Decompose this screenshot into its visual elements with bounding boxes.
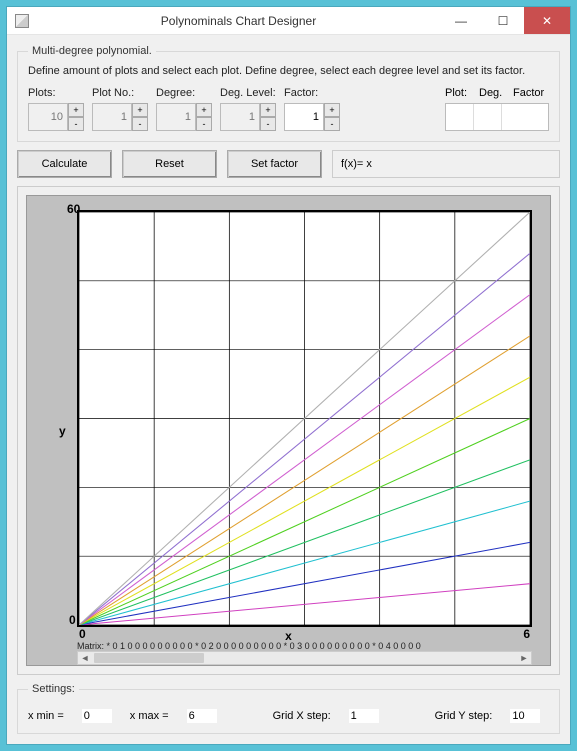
- xmax-label: x max =: [130, 710, 169, 722]
- factor-up-button[interactable]: +: [324, 103, 340, 117]
- readout-head-deg: Deg.: [479, 87, 507, 99]
- plotno-label: Plot No.:: [92, 87, 148, 99]
- readout-head-plot: Plot:: [445, 87, 473, 99]
- y-origin-tick: 0: [69, 613, 76, 627]
- scroll-thumb[interactable]: [94, 653, 204, 663]
- window-controls: — ☐ ✕: [440, 7, 570, 34]
- factor-down-button[interactable]: -: [324, 117, 340, 131]
- chart-area: [77, 210, 532, 627]
- calculate-button[interactable]: Calculate: [17, 150, 112, 178]
- xmin-input[interactable]: [82, 709, 112, 723]
- app-icon: [15, 14, 29, 28]
- gridy-label: Grid Y step:: [435, 710, 493, 722]
- chart-frame: 60 y 0 0 x 6 Matrix: * 0 1 0 0 0 0 0 0 0…: [26, 195, 551, 666]
- spinner-row: Plots: + - Plot No.: +: [28, 87, 549, 131]
- degree-down-button[interactable]: -: [196, 117, 212, 131]
- plots-down-button[interactable]: -: [68, 117, 84, 131]
- settings-legend: Settings:: [28, 683, 79, 695]
- deglevel-spinner-group: Deg. Level: + -: [220, 87, 276, 131]
- polynomial-legend: Multi-degree polynomial.: [28, 45, 156, 57]
- scroll-left-icon[interactable]: ◄: [78, 653, 92, 663]
- degree-spinner-group: Degree: + -: [156, 87, 212, 131]
- maximize-button[interactable]: ☐: [482, 7, 524, 34]
- titlebar: Polynominals Chart Designer — ☐ ✕: [7, 7, 570, 35]
- polynomial-description: Define amount of plots and select each p…: [28, 65, 549, 77]
- gridy-input[interactable]: [510, 709, 540, 723]
- readout-head-factor: Factor: [513, 87, 549, 99]
- y-axis-label: y: [59, 424, 66, 438]
- factor-spinner-group: Factor: + -: [284, 87, 340, 131]
- matrix-readout: Matrix: * 0 1 0 0 0 0 0 0 0 0 0 * 0 2 0 …: [77, 641, 532, 651]
- close-button[interactable]: ✕: [524, 7, 570, 34]
- degree-up-button[interactable]: +: [196, 103, 212, 117]
- chart-panel: 60 y 0 0 x 6 Matrix: * 0 1 0 0 0 0 0 0 0…: [17, 186, 560, 675]
- x-origin-tick: 0: [79, 627, 86, 641]
- plots-up-button[interactable]: +: [68, 103, 84, 117]
- readout-group: Plot: Deg. Factor: [445, 87, 549, 131]
- plotno-input[interactable]: [92, 103, 132, 131]
- plotno-spinner-group: Plot No.: + -: [92, 87, 148, 131]
- button-row: Calculate Reset Set factor f(x)= x: [17, 150, 560, 178]
- x-max-tick: 6: [523, 627, 530, 641]
- plotno-down-button[interactable]: -: [132, 117, 148, 131]
- gridx-label: Grid X step:: [273, 710, 331, 722]
- xmax-input[interactable]: [187, 709, 217, 723]
- chart-svg: [79, 212, 530, 625]
- window-title: Polynominals Chart Designer: [37, 14, 440, 28]
- plotno-up-button[interactable]: +: [132, 103, 148, 117]
- deglevel-down-button[interactable]: -: [260, 117, 276, 131]
- readout-deg: [474, 104, 502, 130]
- readout-factor: [502, 104, 538, 130]
- setfactor-button[interactable]: Set factor: [227, 150, 322, 178]
- scroll-right-icon[interactable]: ►: [517, 653, 531, 663]
- minimize-button[interactable]: —: [440, 7, 482, 34]
- plots-input[interactable]: [28, 103, 68, 131]
- app-window: Polynominals Chart Designer — ☐ ✕ Multi-…: [6, 6, 571, 745]
- gridx-input[interactable]: [349, 709, 379, 723]
- xmin-label: x min =: [28, 710, 64, 722]
- degree-label: Degree:: [156, 87, 212, 99]
- plots-label: Plots:: [28, 87, 84, 99]
- reset-button[interactable]: Reset: [122, 150, 217, 178]
- readout-box: [445, 103, 549, 131]
- polynomial-group: Multi-degree polynomial. Define amount o…: [17, 45, 560, 142]
- factor-input[interactable]: [284, 103, 324, 131]
- readout-plot: [446, 104, 474, 130]
- matrix-scrollbar[interactable]: ◄ ►: [77, 651, 532, 665]
- client-area: Multi-degree polynomial. Define amount o…: [7, 35, 570, 744]
- fx-display: f(x)= x: [332, 150, 560, 178]
- plots-spinner-group: Plots: + -: [28, 87, 84, 131]
- deglevel-up-button[interactable]: +: [260, 103, 276, 117]
- settings-group: Settings: x min = x max = Grid X step: G…: [17, 683, 560, 734]
- factor-label: Factor:: [284, 87, 340, 99]
- deglevel-label: Deg. Level:: [220, 87, 276, 99]
- deglevel-input[interactable]: [220, 103, 260, 131]
- degree-input[interactable]: [156, 103, 196, 131]
